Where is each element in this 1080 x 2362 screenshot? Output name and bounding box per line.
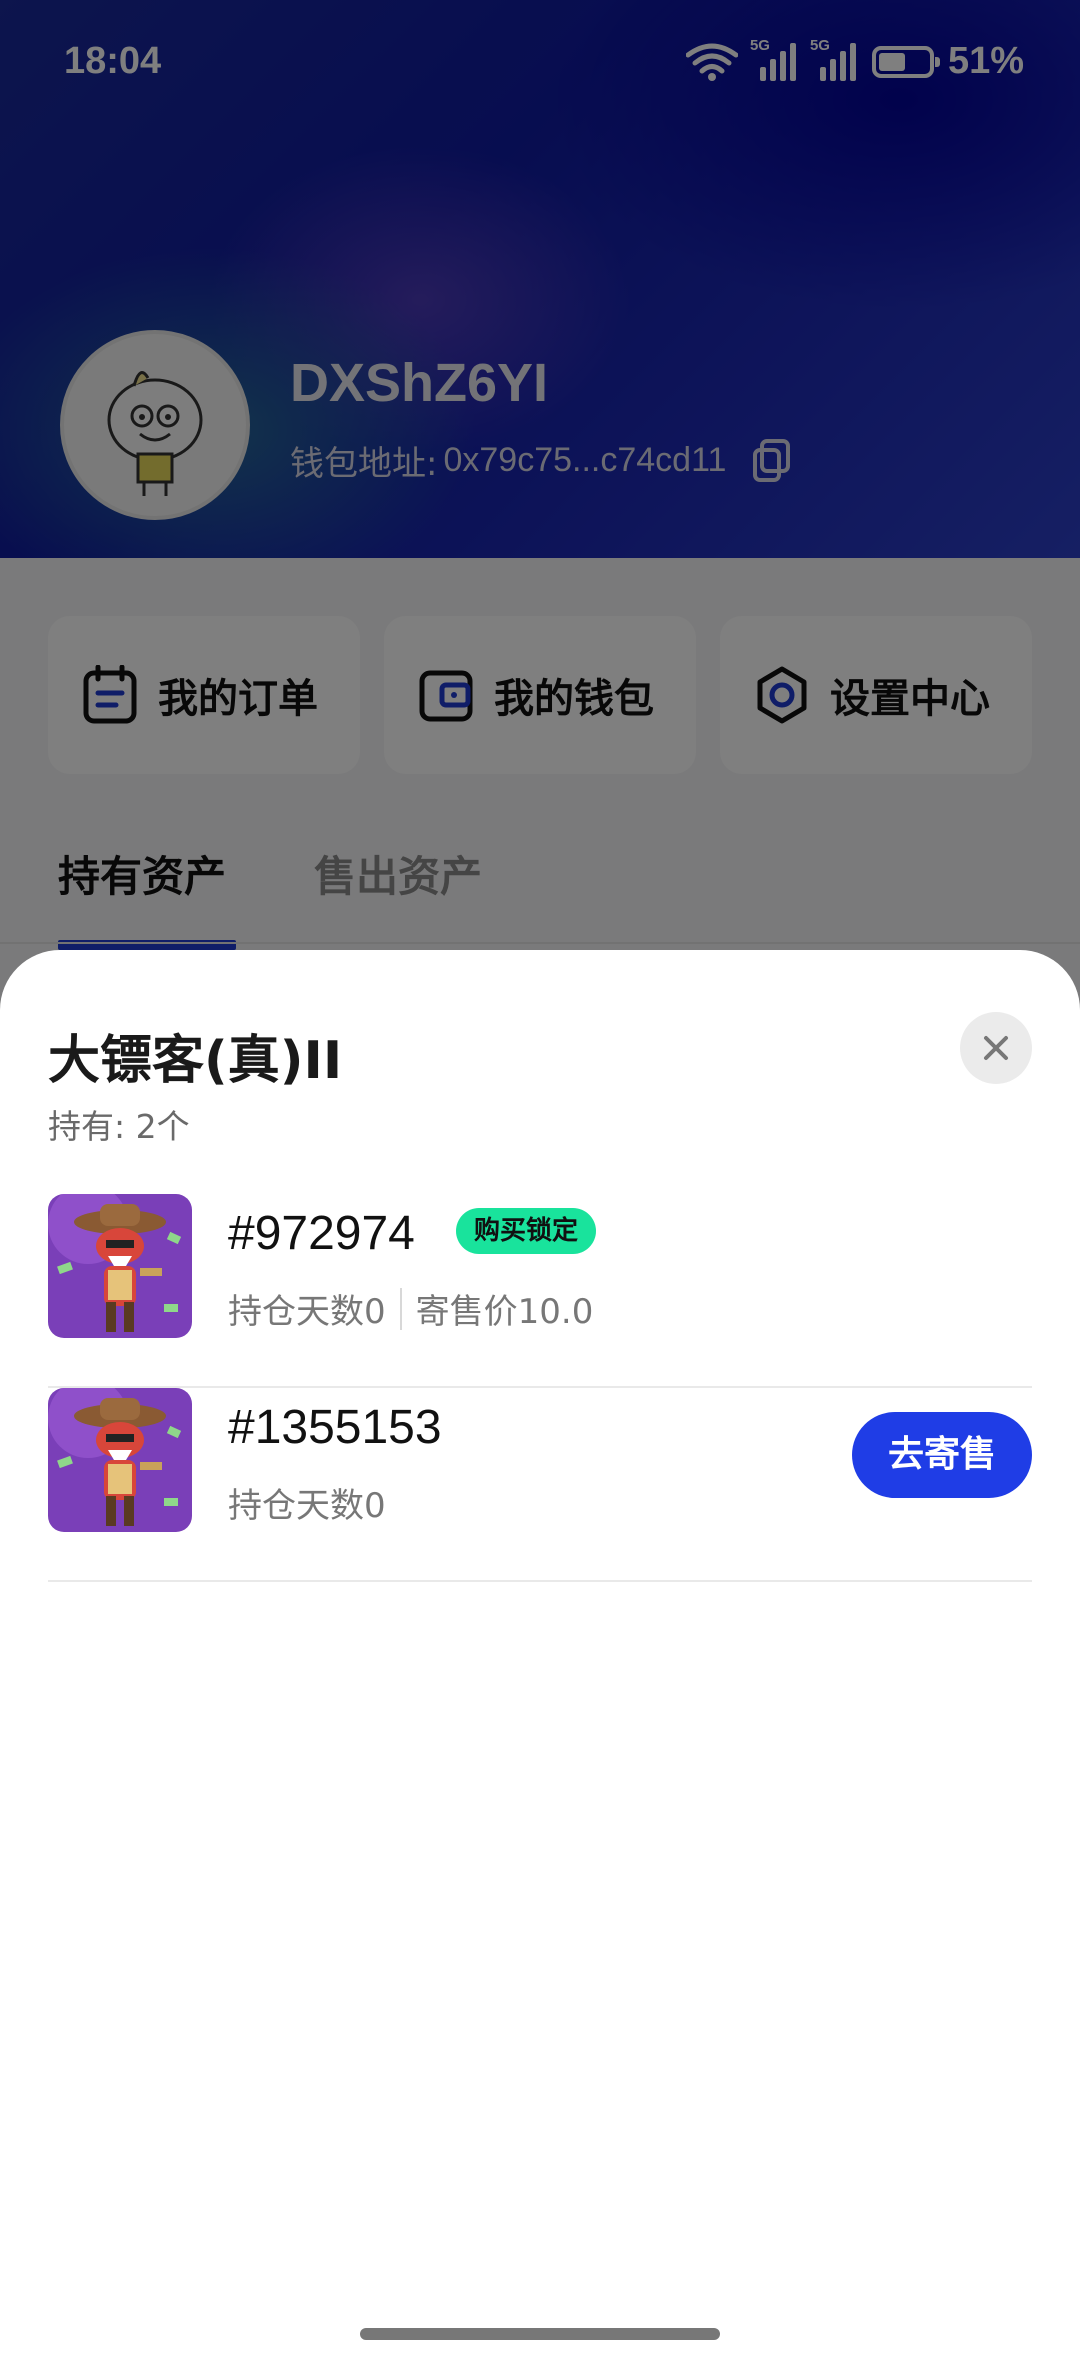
holding-count: 持有: 2个	[48, 1107, 190, 1146]
item-meta: 持仓天数0	[228, 1478, 386, 1527]
consign-sell-button[interactable]: 去寄售	[852, 1412, 1032, 1498]
purchase-locked-badge: 购买锁定	[456, 1208, 597, 1254]
close-icon	[984, 1036, 1008, 1060]
close-button[interactable]	[960, 1012, 1032, 1084]
list-item[interactable]: #1355153 持仓天数0 去寄售	[48, 1388, 1032, 1582]
token-number: #972974	[228, 1207, 415, 1260]
meta-separator	[399, 1287, 402, 1330]
consign-price: 寄售价10.0	[415, 1292, 594, 1332]
holding-days: 持仓天数0	[228, 1486, 386, 1526]
nft-thumbnail	[48, 1194, 192, 1338]
nft-thumbnail	[48, 1388, 192, 1532]
home-indicator[interactable]	[360, 2328, 720, 2340]
holding-days: 持仓天数0	[228, 1292, 386, 1332]
cowboy-dragon-image	[48, 1194, 192, 1338]
item-meta: 持仓天数0 寄售价10.0	[228, 1284, 593, 1333]
token-number: #1355153	[228, 1401, 442, 1454]
list-item[interactable]: #972974 购买锁定 持仓天数0 寄售价10.0	[48, 1194, 1032, 1388]
cowboy-dragon-image	[48, 1388, 192, 1532]
asset-bottom-sheet: 大镖客(真)II 持有: 2个 #972974 购买锁定 持仓天数0 寄售价10…	[0, 950, 1080, 2362]
sheet-title: 大镖客(真)II	[48, 1031, 343, 1091]
